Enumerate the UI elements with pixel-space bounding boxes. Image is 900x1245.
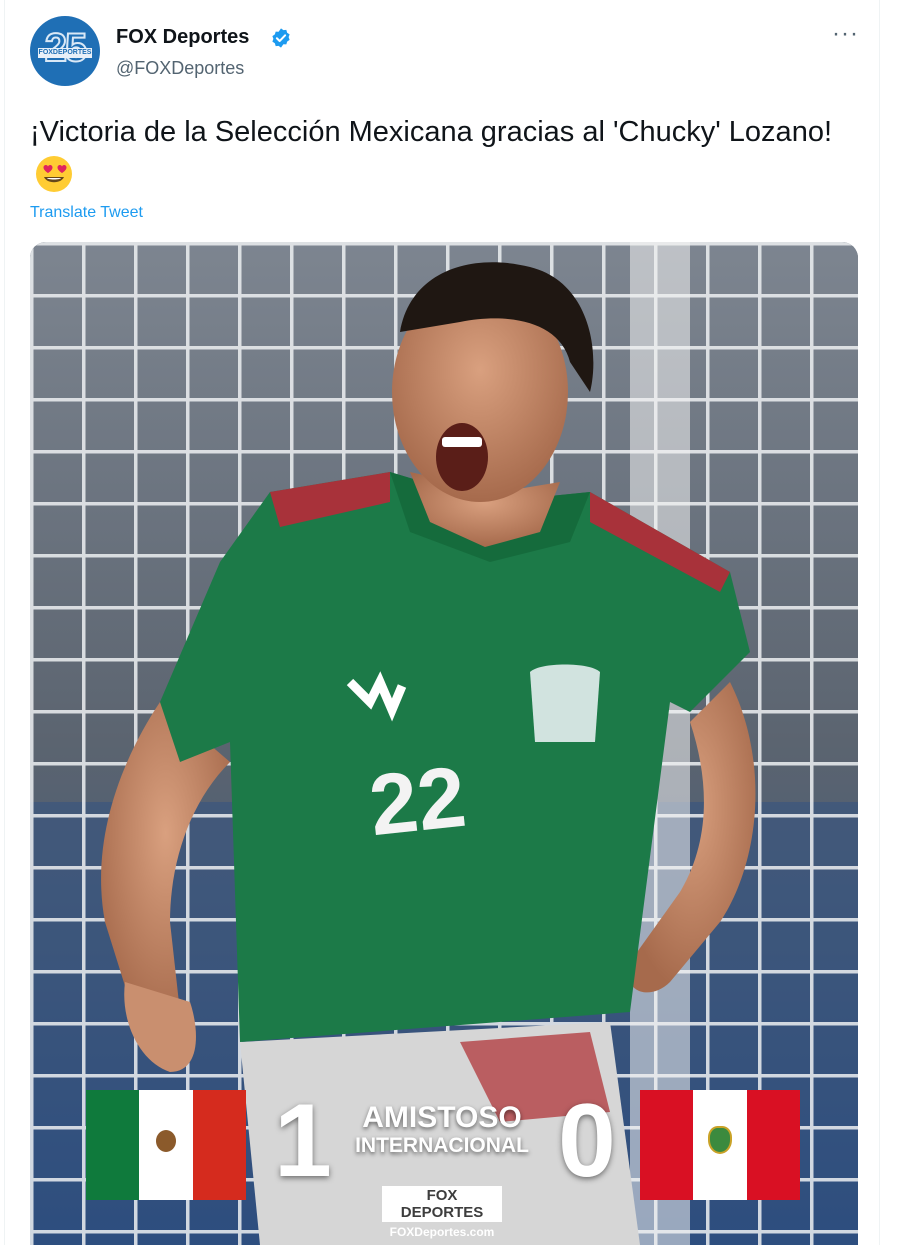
tweet-card[interactable]: 25 FOXDEPORTES FOX Deportes @FOXDeportes… [0, 0, 900, 1245]
brand-watermark: FOX DEPORTES FOXDeportes.com [382, 1186, 502, 1239]
heart-eyes-emoji-icon [36, 156, 72, 192]
tweet-text: ¡Victoria de la Selección Mexicana graci… [30, 110, 850, 199]
avatar-logo: FOXDEPORTES [38, 48, 92, 58]
fox-deportes-logo: FOX DEPORTES [382, 1186, 502, 1222]
translate-tweet-link[interactable]: Translate Tweet [30, 204, 143, 222]
scoreboard: 1 AMISTOSO INTERNACIONAL FOX DEPORTES FO… [30, 242, 858, 1245]
match-type-line2: INTERNACIONAL [355, 1134, 529, 1157]
more-options-icon[interactable]: ··· [832, 20, 859, 48]
match-type-line1: AMISTOSO [362, 1101, 522, 1134]
author-name[interactable]: FOX Deportes [116, 26, 249, 49]
tweet-media-image[interactable]: 22 1 AMISTOSO INTERNACIONAL FOX DEPORTES… [30, 242, 858, 1245]
away-score: 0 [558, 1083, 616, 1199]
match-type-label: AMISTOSO INTERNACIONAL [352, 1101, 532, 1160]
author-handle[interactable]: @FOXDeportes [116, 58, 244, 79]
avatar[interactable]: 25 FOXDEPORTES [30, 16, 100, 86]
brand-url: FOXDeportes.com [389, 1225, 495, 1239]
mexico-flag-icon [86, 1090, 246, 1200]
peru-flag-icon [640, 1090, 800, 1200]
tweet-text-content: ¡Victoria de la Selección Mexicana graci… [30, 116, 833, 148]
home-score: 1 [274, 1083, 332, 1199]
verified-badge-icon [272, 28, 290, 48]
